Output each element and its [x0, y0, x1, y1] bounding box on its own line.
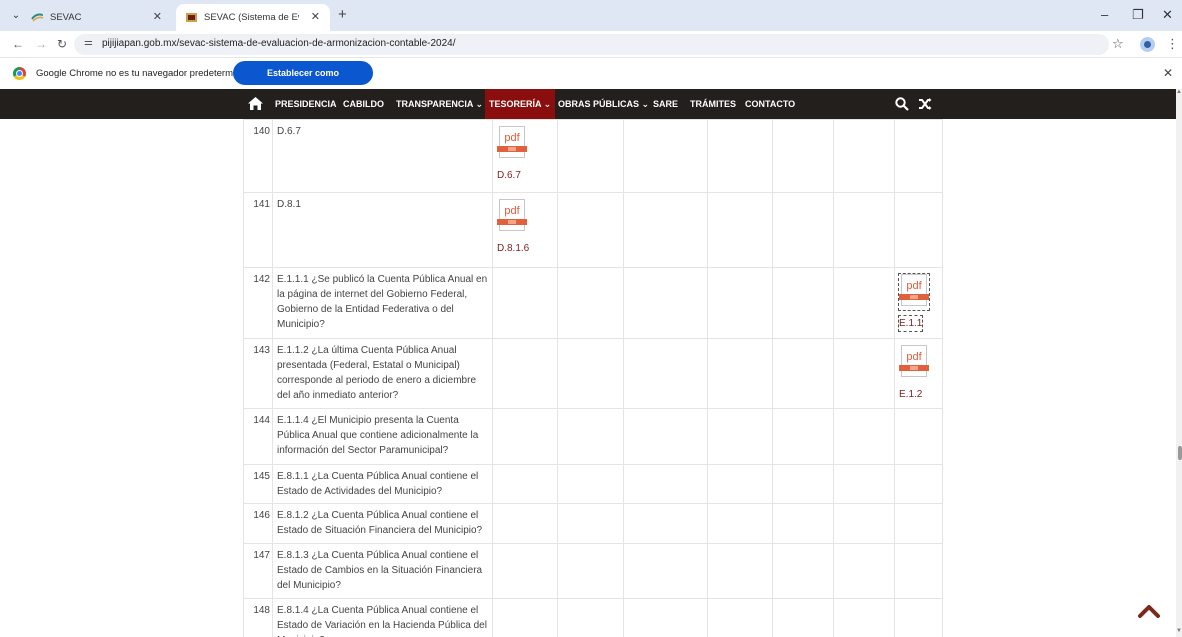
restore-icon[interactable]: ❐: [1132, 7, 1144, 23]
table-row: 140 D.6.7 pdf D.6.7: [243, 119, 943, 193]
tab-title: SEVAC (Sistema de Evaluación de Armoniza…: [204, 12, 299, 23]
nav-contacto[interactable]: CONTACTO: [745, 89, 795, 119]
site-navigation: PRESIDENCIA CABILDO TRANSPARENCIA ⌄ TESO…: [0, 89, 1176, 119]
nav-tramites[interactable]: TRÁMITES: [690, 89, 736, 119]
scrollbar-thumb[interactable]: [1178, 446, 1182, 460]
document-cell: pdf D.8.1.6: [492, 192, 558, 268]
nav-cabildo[interactable]: CABILDO: [343, 89, 384, 119]
tab-close-icon[interactable]: ✕: [153, 4, 162, 31]
table-row: 148 E.8.1.4 ¿La Cuenta Pública Anual con…: [243, 598, 943, 637]
window-close-icon[interactable]: ✕: [1162, 7, 1173, 23]
forward-icon[interactable]: →: [35, 37, 47, 51]
document-cell: pdf D.6.7: [492, 119, 558, 193]
document-cell: pdf E.1.2: [894, 338, 943, 409]
default-browser-infobar: Google Chrome no es tu navegador predete…: [0, 58, 1182, 102]
row-description: E.8.1.1 ¿La Cuenta Pública Anual contien…: [272, 464, 493, 504]
tab-favicon-icon: [31, 13, 44, 22]
address-bar-row: ← → ↻ ⚌ pijijiapan.gob.mx/sevac-sistema-…: [0, 31, 1182, 58]
pdf-icon[interactable]: pdf: [497, 126, 527, 162]
table-row: 147 E.8.1.3 ¿La Cuenta Pública Anual con…: [243, 543, 943, 599]
nav-transparencia[interactable]: TRANSPARENCIA ⌄: [396, 89, 483, 119]
row-description: E.8.1.3 ¿La Cuenta Pública Anual contien…: [272, 543, 493, 599]
chevron-up-icon[interactable]: [1138, 604, 1160, 618]
shuffle-icon[interactable]: [918, 97, 932, 111]
row-number: 144: [243, 408, 273, 465]
infobar-close-icon[interactable]: ✕: [1163, 66, 1173, 80]
row-description: E.8.1.2 ¿La Cuenta Pública Anual contien…: [272, 503, 493, 544]
tab-title: SEVAC: [50, 12, 82, 23]
pdf-link[interactable]: D.6.7: [497, 168, 553, 183]
row-description: E.8.1.4 ¿La Cuenta Pública Anual contien…: [272, 598, 493, 637]
row-description: D.8.1: [272, 192, 493, 268]
tab-close-icon[interactable]: ✕: [311, 4, 320, 31]
tab-favicon-icon: [186, 13, 197, 22]
url-text[interactable]: pijijiapan.gob.mx/sevac-sistema-de-evalu…: [102, 38, 456, 49]
row-number: 147: [243, 543, 273, 599]
browser-tab-bar: ⌄ SEVAC ✕ SEVAC (Sistema de Evaluación d…: [0, 0, 1182, 31]
row-number: 145: [243, 464, 273, 504]
set-default-button[interactable]: Establecer como predeterminado: [233, 61, 373, 102]
row-description: E.1.1.2 ¿La última Cuenta Pública Anual …: [272, 338, 493, 409]
row-number: 142: [243, 267, 273, 339]
row-number: 148: [243, 598, 273, 637]
table-row: 145 E.8.1.1 ¿La Cuenta Pública Anual con…: [243, 464, 943, 504]
bookmark-star-icon[interactable]: ☆: [1112, 36, 1124, 52]
nav-obras-publicas[interactable]: OBRAS PÚBLICAS ⌄: [558, 89, 649, 119]
scroll-up-icon[interactable]: ▲: [1176, 89, 1182, 95]
page-scrollbar[interactable]: [1176, 89, 1182, 637]
back-icon[interactable]: ←: [12, 37, 24, 51]
pdf-icon[interactable]: pdf: [899, 345, 929, 381]
site-info-icon[interactable]: ⚌: [84, 37, 93, 48]
url-field[interactable]: ⚌ pijijiapan.gob.mx/sevac-sistema-de-eva…: [74, 34, 1109, 55]
reload-icon[interactable]: ↻: [57, 37, 67, 51]
pdf-icon[interactable]: pdf: [497, 199, 527, 235]
minimize-icon[interactable]: –: [1101, 7, 1108, 22]
chrome-logo-icon: [13, 67, 26, 80]
row-number: 141: [243, 192, 273, 268]
tab-sevac-active[interactable]: SEVAC (Sistema de Evaluación de Armoniza…: [176, 4, 330, 31]
infobar-message: Google Chrome no es tu navegador predete…: [36, 68, 257, 79]
search-icon[interactable]: [895, 97, 909, 111]
row-number: 140: [243, 119, 273, 193]
table-row: 146 E.8.1.2 ¿La Cuenta Pública Anual con…: [243, 503, 943, 544]
row-description: E.1.1.1 ¿Se publicó la Cuenta Pública An…: [272, 267, 493, 339]
row-description: E.1.1.4 ¿El Municipio presenta la Cuenta…: [272, 408, 493, 465]
document-cell: pdf E.1.1: [894, 267, 943, 339]
nav-tesoreria[interactable]: TESORERÍA ⌄: [485, 89, 556, 119]
row-number: 146: [243, 503, 273, 544]
sevac-table: 140 D.6.7 pdf D.6.7 141 D.8.1 pdf D.8.1.…: [243, 119, 943, 637]
new-tab-icon[interactable]: +: [338, 6, 347, 23]
table-row: 141 D.8.1 pdf D.8.1.6: [243, 192, 943, 268]
table-row: 143 E.1.1.2 ¿La última Cuenta Pública An…: [243, 338, 943, 409]
pdf-link[interactable]: E.1.2: [899, 387, 938, 402]
pdf-link[interactable]: D.8.1.6: [497, 241, 553, 256]
extension-icon[interactable]: [1140, 37, 1155, 52]
sevac-content: 140 D.6.7 pdf D.6.7 141 D.8.1 pdf D.8.1.…: [0, 119, 1176, 637]
menu-kebab-icon[interactable]: ⋮: [1166, 36, 1179, 52]
row-number: 143: [243, 338, 273, 409]
pdf-link[interactable]: E.1.1: [897, 315, 924, 332]
row-description: D.6.7: [272, 119, 493, 193]
table-row: 142 E.1.1.1 ¿Se publicó la Cuenta Públic…: [243, 267, 943, 339]
home-icon[interactable]: [248, 97, 263, 110]
nav-sare[interactable]: SARE: [653, 89, 678, 119]
table-row: 144 E.1.1.4 ¿El Municipio presenta la Cu…: [243, 408, 943, 465]
tab-sevac[interactable]: SEVAC ✕: [22, 4, 172, 31]
pdf-icon[interactable]: pdf: [898, 273, 930, 311]
scroll-down-icon[interactable]: ▼: [1176, 628, 1182, 634]
nav-presidencia[interactable]: PRESIDENCIA: [275, 89, 337, 119]
